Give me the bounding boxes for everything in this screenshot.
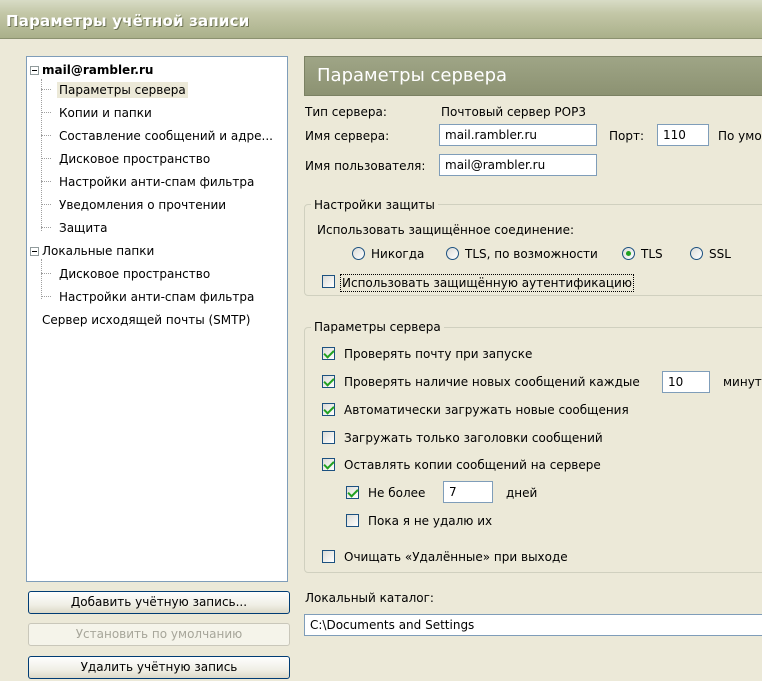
days-label: дней bbox=[506, 486, 538, 500]
secure-auth-checkbox[interactable] bbox=[322, 275, 335, 288]
headers-only-checkbox[interactable] bbox=[322, 431, 335, 444]
local-dir-label: Локальный каталог: bbox=[305, 591, 434, 605]
leave-copies-label[interactable]: Оставлять копии сообщений на сервере bbox=[344, 457, 601, 473]
security-group-title: Настройки защиты bbox=[311, 197, 438, 213]
tree-connector bbox=[41, 112, 51, 113]
tree-item-return-receipts[interactable]: Уведомления о прочтении bbox=[59, 196, 226, 214]
tree-connector bbox=[41, 135, 51, 136]
collapse-icon[interactable] bbox=[30, 66, 39, 75]
tree-connector bbox=[41, 227, 51, 228]
tree-connector bbox=[41, 296, 51, 297]
radio-tls-label[interactable]: TLS bbox=[641, 246, 663, 262]
no-more-than-label[interactable]: Не более bbox=[368, 485, 425, 501]
add-account-button[interactable]: Добавить учётную запись... bbox=[28, 591, 290, 614]
radio-tls-if-available[interactable] bbox=[446, 247, 459, 260]
secure-auth-label[interactable]: Использовать защищённую аутентификацию bbox=[340, 274, 634, 292]
auto-download-label[interactable]: Автоматически загружать новые сообщения bbox=[344, 402, 629, 418]
leave-copies-checkbox[interactable] bbox=[322, 458, 335, 471]
until-delete-checkbox[interactable] bbox=[346, 514, 359, 527]
server-type-label: Тип сервера: bbox=[305, 105, 387, 119]
tree-connector bbox=[41, 89, 51, 90]
check-on-start-label[interactable]: Проверять почту при запуске bbox=[344, 346, 532, 362]
empty-trash-checkbox[interactable] bbox=[322, 550, 335, 563]
radio-never-label[interactable]: Никогда bbox=[371, 246, 424, 262]
check-on-start-checkbox[interactable] bbox=[322, 347, 335, 360]
server-settings-group-title: Параметры сервера bbox=[311, 319, 444, 335]
check-every-checkbox[interactable] bbox=[322, 375, 335, 388]
tree-connector bbox=[41, 158, 51, 159]
tree-item-smtp[interactable]: Сервер исходящей почты (SMTP) bbox=[42, 311, 250, 329]
tree-item-local-junk-settings[interactable]: Настройки анти-спам фильтра bbox=[59, 288, 254, 306]
server-type-value: Почтовый сервер POP3 bbox=[441, 105, 586, 119]
port-label: Порт: bbox=[609, 129, 645, 143]
check-interval-input[interactable]: 10 bbox=[662, 371, 710, 393]
tree-item-account[interactable]: mail@rambler.ru bbox=[30, 61, 153, 79]
until-delete-label[interactable]: Пока я не удалю их bbox=[368, 513, 492, 529]
radio-ssl-label[interactable]: SSL bbox=[709, 246, 731, 262]
tree-connector bbox=[41, 79, 42, 231]
headers-only-label[interactable]: Загружать только заголовки сообщений bbox=[344, 430, 603, 446]
tree-item-copies-folders[interactable]: Копии и папки bbox=[59, 104, 152, 122]
tree-item-local-folders[interactable]: Локальные папки bbox=[30, 242, 154, 260]
collapse-icon[interactable] bbox=[30, 247, 39, 256]
empty-trash-label[interactable]: Очищать «Удалённые» при выходе bbox=[344, 549, 568, 565]
username-label: Имя пользователя: bbox=[305, 159, 426, 173]
tree-item-local-disk-space[interactable]: Дисковое пространство bbox=[59, 265, 210, 283]
tree-item-junk-settings[interactable]: Настройки анти-спам фильтра bbox=[59, 173, 254, 191]
server-name-input[interactable]: mail.rambler.ru bbox=[439, 124, 597, 146]
tree-connector bbox=[41, 204, 51, 205]
set-default-button[interactable]: Установить по умолчанию bbox=[28, 623, 290, 646]
panel-header: Параметры сервера bbox=[304, 56, 762, 96]
window-titlebar[interactable]: Параметры учётной записи bbox=[0, 0, 762, 39]
use-default-label: По умо bbox=[718, 129, 762, 143]
server-name-label: Имя сервера: bbox=[305, 129, 390, 143]
local-dir-input[interactable]: C:\Documents and Settings bbox=[304, 614, 762, 636]
username-input[interactable]: mail@rambler.ru bbox=[439, 154, 597, 176]
port-input[interactable]: 110 bbox=[657, 124, 709, 146]
delete-account-button[interactable]: Удалить учётную запись bbox=[28, 656, 290, 679]
minutes-label: минут bbox=[723, 375, 762, 389]
no-more-than-checkbox[interactable] bbox=[346, 486, 359, 499]
auto-download-checkbox[interactable] bbox=[322, 403, 335, 416]
radio-tls-if-available-label[interactable]: TLS, по возможности bbox=[465, 246, 598, 262]
account-tree[interactable]: mail@rambler.ru Параметры сервера Копии … bbox=[26, 56, 288, 582]
radio-tls[interactable] bbox=[622, 247, 635, 260]
window-title: Параметры учётной записи bbox=[6, 12, 250, 30]
server-settings-group bbox=[304, 327, 762, 573]
tree-connector bbox=[41, 181, 51, 182]
tree-item-composition[interactable]: Составление сообщений и адре... bbox=[59, 127, 273, 145]
days-input[interactable]: 7 bbox=[443, 481, 493, 503]
tree-item-security[interactable]: Защита bbox=[59, 219, 108, 237]
radio-ssl[interactable] bbox=[690, 247, 703, 260]
tree-item-server-settings[interactable]: Параметры сервера bbox=[57, 81, 188, 99]
tree-connector bbox=[41, 259, 42, 299]
radio-never[interactable] bbox=[352, 247, 365, 260]
secure-connection-label: Использовать защищённое соединение: bbox=[317, 223, 574, 237]
tree-connector bbox=[41, 273, 51, 274]
check-every-label[interactable]: Проверять наличие новых сообщений каждые bbox=[344, 374, 640, 390]
tree-item-disk-space[interactable]: Дисковое пространство bbox=[59, 150, 210, 168]
